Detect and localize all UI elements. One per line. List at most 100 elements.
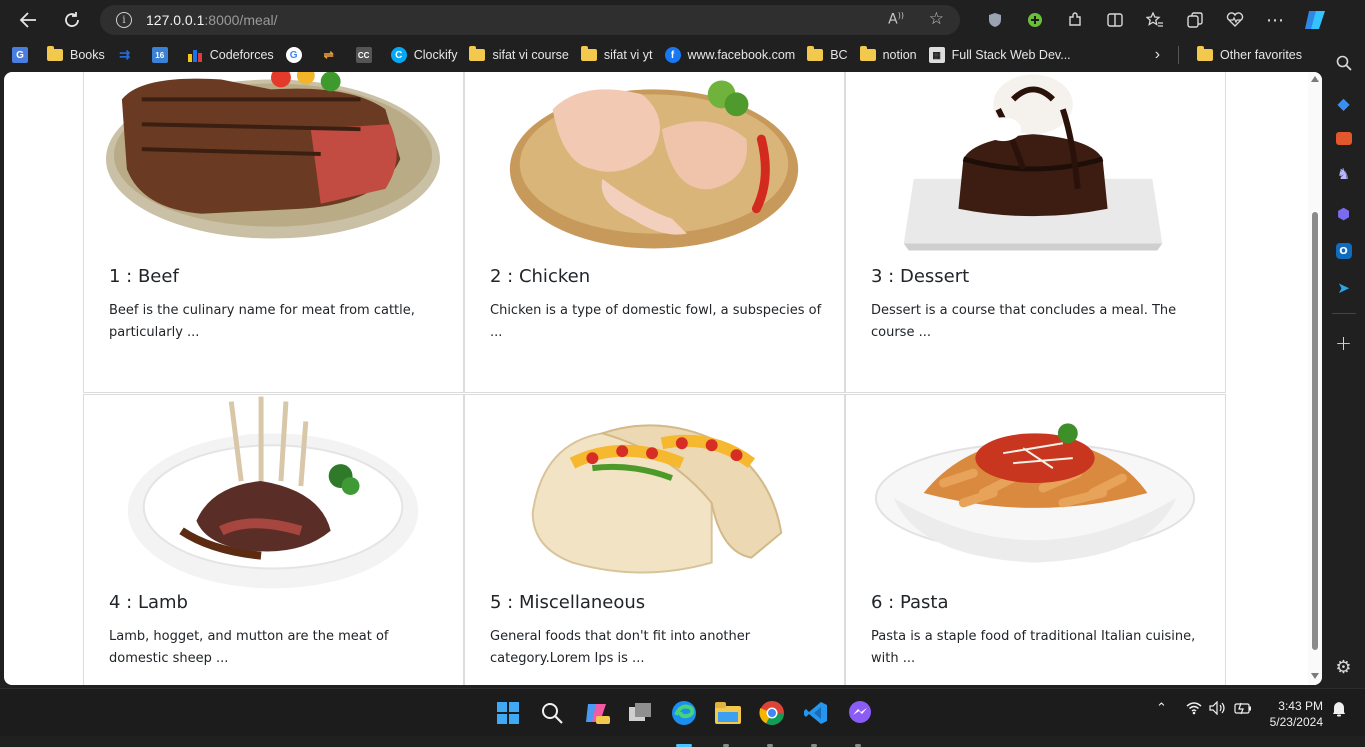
tools-briefcase-icon[interactable]	[1335, 132, 1352, 145]
bookmark-calendar[interactable]: 16	[146, 43, 181, 67]
blue-arrow-icon: ⇉	[119, 47, 131, 62]
bookmark-sifat-vi-course[interactable]: sifat vi course	[463, 43, 574, 67]
shield-extension-icon[interactable]	[975, 4, 1015, 36]
meal-card-chicken[interactable]: 2 : Chicken Chicken is a type of domesti…	[464, 72, 845, 393]
site-info-icon[interactable]: i	[116, 12, 132, 28]
meal-image-chicken	[483, 72, 826, 255]
bookmark-facebook[interactable]: f www.facebook.com	[659, 43, 802, 67]
more-bookmarks-chevron-icon[interactable]: ›	[1155, 46, 1160, 64]
edge-sidebar: ◆ ♞ ⬢ O ➤ + ⚙	[1322, 40, 1365, 688]
bookmark-arrow[interactable]: ⇉	[111, 43, 146, 67]
folder-icon	[807, 46, 824, 61]
vscode-icon[interactable]	[801, 698, 831, 728]
scroll-down-arrow-icon[interactable]	[1311, 673, 1319, 679]
folder-icon	[1197, 46, 1214, 61]
copilot-pre-icon[interactable]	[582, 698, 612, 728]
wifi-icon[interactable]	[1186, 701, 1202, 719]
bookmark-full-stack[interactable]: ▦ Full Stack Web Dev...	[923, 43, 1077, 67]
collections-icon[interactable]	[1175, 4, 1215, 36]
copilot-sidebar-icon[interactable]: ⬢	[1333, 203, 1355, 225]
meal-grid: 1 : Beef Beef is the culinary name for m…	[83, 72, 1228, 685]
bookmark-label: BC	[830, 48, 848, 62]
codeforces-icon	[187, 47, 203, 63]
favorites-icon[interactable]	[1135, 4, 1175, 36]
address-bar[interactable]: i 127.0.0.1:8000/meal/ A)) ☆	[100, 5, 960, 35]
volume-icon[interactable]	[1209, 700, 1227, 719]
favorite-star-icon[interactable]: ☆	[929, 9, 944, 29]
page-scrollbar[interactable]	[1308, 72, 1322, 685]
bookmark-arrows[interactable]: ⇌	[315, 43, 350, 67]
url-text[interactable]: 127.0.0.1:8000/meal/	[146, 12, 278, 28]
back-button[interactable]	[11, 3, 45, 37]
bookmark-label: sifat vi yt	[603, 48, 653, 62]
taskbar-search-icon[interactable]	[537, 698, 567, 728]
bookmark-google[interactable]: G	[280, 43, 315, 67]
send-icon[interactable]: ➤	[1333, 277, 1355, 299]
bookmarks-divider	[1178, 46, 1180, 64]
bookmark-label: Other favorites	[1220, 48, 1302, 62]
shopping-tag-icon[interactable]: ◆	[1333, 92, 1355, 114]
meal-card-miscellaneous[interactable]: 5 : Miscellaneous General foods that don…	[464, 394, 845, 685]
meal-title[interactable]: 1 : Beef	[109, 266, 179, 287]
show-hidden-icons-chevron-icon[interactable]: ⌃	[1156, 701, 1167, 716]
bookmark-label: www.facebook.com	[687, 48, 796, 62]
refresh-icon	[65, 12, 79, 27]
arrows-icon: ⇌	[323, 48, 334, 62]
meal-card-pasta[interactable]: 6 : Pasta Pasta is a staple food of trad…	[845, 394, 1226, 685]
meal-image-beef	[102, 72, 445, 255]
scroll-thumb[interactable]	[1312, 212, 1318, 650]
battery-icon[interactable]	[1234, 701, 1252, 719]
bookmark-other-favorites[interactable]: Other favorites	[1191, 43, 1308, 67]
read-aloud-icon[interactable]: A))	[888, 11, 904, 28]
bookmark-notion[interactable]: notion	[854, 43, 923, 67]
meal-description: Lamb, hogget, and mutton are the meat of…	[109, 629, 389, 666]
meal-title[interactable]: 2 : Chicken	[490, 266, 590, 287]
folder-icon	[469, 46, 486, 61]
bookmark-cc[interactable]: CC	[350, 43, 385, 67]
split-screen-icon[interactable]	[1095, 4, 1135, 36]
sidebar-divider	[1331, 313, 1356, 314]
outlook-icon[interactable]: O	[1335, 243, 1352, 259]
refresh-button[interactable]	[55, 3, 89, 37]
bookmark-sifat-vi-yt[interactable]: sifat vi yt	[575, 43, 659, 67]
file-explorer-icon[interactable]	[713, 698, 743, 728]
search-icon[interactable]	[1333, 52, 1355, 74]
games-chess-icon[interactable]: ♞	[1333, 163, 1355, 185]
back-arrow-icon	[19, 12, 36, 28]
green-extension-icon[interactable]	[1015, 4, 1055, 36]
health-heart-icon[interactable]	[1215, 4, 1255, 36]
meal-card-lamb[interactable]: 4 : Lamb Lamb, hogget, and mutton are th…	[83, 394, 464, 685]
windows-taskbar: ⌃ 3:43 PM 5/23/2024	[0, 688, 1365, 747]
task-view-icon[interactable]	[626, 698, 656, 728]
more-options-icon[interactable]: ⋯	[1255, 4, 1295, 36]
bookmark-books[interactable]: Books	[41, 43, 111, 67]
meal-card-beef[interactable]: 1 : Beef Beef is the culinary name for m…	[83, 72, 464, 393]
scroll-up-arrow-icon[interactable]	[1311, 76, 1319, 82]
browser-toolbar: i 127.0.0.1:8000/meal/ A)) ☆ ⋯	[0, 0, 1365, 40]
meal-title[interactable]: 5 : Miscellaneous	[490, 592, 645, 613]
calendar-icon: 16	[151, 47, 168, 63]
bookmark-clockify[interactable]: C Clockify	[385, 43, 464, 67]
settings-gear-icon[interactable]: ⚙	[1333, 656, 1355, 678]
meal-title[interactable]: 3 : Dessert	[871, 266, 969, 287]
meal-title[interactable]: 4 : Lamb	[109, 592, 188, 613]
bookmark-codeforces[interactable]: Codeforces	[181, 43, 280, 67]
copilot-icon[interactable]	[1295, 4, 1335, 36]
extensions-puzzle-icon[interactable]	[1055, 4, 1095, 36]
google-translate-icon: G	[12, 47, 28, 63]
chrome-icon[interactable]	[757, 698, 787, 728]
windows-start-icon[interactable]	[493, 698, 523, 728]
system-clock[interactable]: 3:43 PM 5/23/2024	[1270, 698, 1323, 730]
messenger-icon[interactable]	[845, 698, 875, 728]
bookmark-bc[interactable]: BC	[801, 43, 853, 67]
meal-description: Chicken is a type of domestic fowl, a su…	[490, 303, 822, 340]
meal-card-dessert[interactable]: 3 : Dessert Dessert is a course that con…	[845, 72, 1226, 393]
edge-browser-icon[interactable]	[669, 698, 699, 728]
meal-description: Dessert is a course that concludes a mea…	[871, 303, 1177, 340]
meal-title[interactable]: 6 : Pasta	[871, 592, 949, 613]
notification-bell-icon[interactable]	[1332, 701, 1346, 721]
bookmark-label: notion	[882, 48, 917, 62]
add-icon[interactable]: +	[1333, 331, 1355, 355]
folder-icon	[580, 46, 597, 61]
bookmark-google-translate[interactable]: G	[6, 43, 41, 67]
